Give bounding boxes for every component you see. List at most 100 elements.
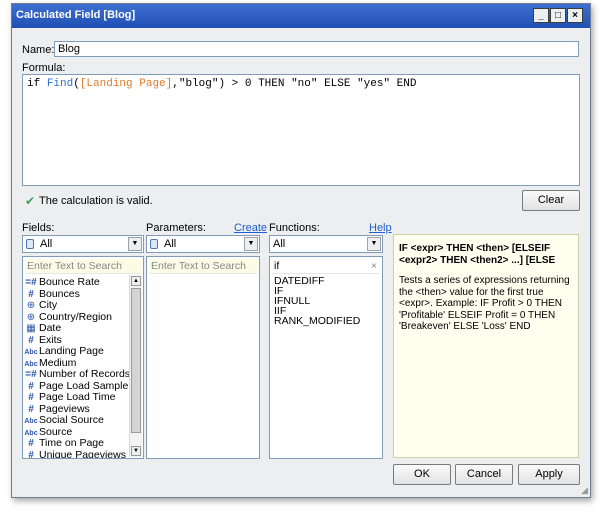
field-list-item[interactable]: ⊕ City xyxy=(23,299,58,312)
fields-scrollbar[interactable]: ▲ ▼ xyxy=(129,275,142,457)
field-item-label: Pageviews xyxy=(39,402,90,415)
field-item-label: Bounces xyxy=(39,287,80,300)
formula-label: Formula: xyxy=(22,62,66,74)
field-list-item[interactable]: # Time on Page xyxy=(23,437,104,450)
scroll-thumb[interactable] xyxy=(131,288,141,433)
field-item-label: Time on Page xyxy=(39,437,104,449)
formula-editor[interactable]: if Find([Landing Page],"blog") > 0 THEN … xyxy=(22,74,580,186)
field-list-item[interactable]: # Page Load Time xyxy=(23,391,116,404)
number-type-icon: =# xyxy=(25,369,37,380)
chevron-down-icon[interactable]: ▼ xyxy=(128,237,142,251)
number-type-icon: # xyxy=(28,449,34,459)
fields-label: Fields: xyxy=(22,222,55,234)
help-link[interactable]: Help xyxy=(369,222,392,234)
fields-list: Enter Text to Search =# Bounce Rate # Bounc… xyxy=(22,256,144,459)
function-signature: IF <expr> THEN <then> [ELSEIF <expr2> TH… xyxy=(399,243,556,266)
fields-filter-value: All xyxy=(40,238,53,250)
string-type-icon: Abc xyxy=(24,349,38,356)
field-item-label: Page Load Time xyxy=(39,391,116,403)
field-item-label: Exits xyxy=(39,333,62,346)
field-item-label: Landing Page xyxy=(39,345,104,357)
functions-search-input[interactable]: if × xyxy=(272,259,380,274)
functions-search-value: if xyxy=(274,260,280,272)
function-help-panel: IF <expr> THEN <then> [ELSEIF <expr2> TH… xyxy=(393,234,579,458)
field-item-label: Social Source xyxy=(39,414,104,426)
scroll-down-icon[interactable]: ▼ xyxy=(131,446,141,456)
minimize-button[interactable]: _ xyxy=(533,8,549,23)
maximize-button[interactable]: □ xyxy=(550,8,566,23)
chevron-down-icon[interactable]: ▼ xyxy=(244,237,258,251)
parameters-filter-select[interactable]: All ▼ xyxy=(146,235,260,253)
create-parameter-link[interactable]: Create xyxy=(234,222,267,234)
field-item-label: Medium xyxy=(39,356,77,369)
formula-keyword: if xyxy=(27,78,47,90)
field-list-item[interactable]: # Bounces xyxy=(23,287,80,300)
functions-filter-value: All xyxy=(273,238,286,250)
field-list-item[interactable]: # Page Load Sample xyxy=(23,379,129,392)
number-type-icon: # xyxy=(28,438,34,449)
close-button[interactable]: × xyxy=(567,8,583,23)
datasource-icon xyxy=(150,239,158,249)
field-list-item[interactable]: AbcMedium xyxy=(23,356,77,369)
chevron-down-icon[interactable]: ▼ xyxy=(367,237,381,251)
field-item-label: Page Load Sample xyxy=(39,379,129,392)
parameters-search-input[interactable]: Enter Text to Search xyxy=(149,259,257,274)
calculated-field-dialog: Calculated Field [Blog] _ □ × Name: Blog… xyxy=(11,3,591,498)
field-list-item[interactable]: # Pageviews xyxy=(23,402,90,415)
function-list-item[interactable]: RANK_MODIFIED xyxy=(274,316,360,327)
field-item-label: Number of Records xyxy=(39,368,131,380)
field-item-label: Date xyxy=(39,322,62,334)
field-item-label: Bounce Rate xyxy=(39,276,100,288)
clear-button[interactable]: Clear xyxy=(522,190,580,211)
field-list-item[interactable]: ⊕ Country/Region xyxy=(23,310,112,323)
geo-type-icon: ⊕ xyxy=(26,300,36,311)
parameters-filter-value: All xyxy=(164,238,177,250)
field-item-label: Source xyxy=(39,425,73,438)
field-list-item[interactable]: AbcLanding Page xyxy=(23,345,104,357)
functions-filter-select[interactable]: All ▼ xyxy=(269,235,383,253)
field-list-item[interactable]: AbcSource xyxy=(23,425,73,438)
field-list-item[interactable]: AbcSocial Source xyxy=(23,414,104,426)
datasource-icon xyxy=(26,239,34,249)
field-list-item[interactable]: ▦ Date xyxy=(23,322,62,335)
name-field[interactable]: Blog xyxy=(54,41,579,57)
fields-search-input[interactable]: Enter Text to Search xyxy=(25,259,141,274)
cancel-button[interactable]: Cancel xyxy=(455,464,513,485)
formula-field-token: [Landing Page] xyxy=(79,78,173,90)
string-type-icon: Abc xyxy=(24,360,38,368)
checkmark-icon: ✔ xyxy=(25,194,36,208)
fields-filter-select[interactable]: All ▼ xyxy=(22,235,144,253)
field-item-label: City xyxy=(39,299,58,311)
geo-type-icon: ⊕ xyxy=(26,311,36,323)
field-list-item[interactable]: =# Number of Records xyxy=(23,368,131,381)
number-type-icon: =# xyxy=(25,277,37,288)
functions-label: Functions: xyxy=(269,222,320,234)
field-item-label: Country/Region xyxy=(39,310,112,323)
parameters-label: Parameters: xyxy=(146,222,206,234)
number-type-icon: # xyxy=(28,380,34,392)
field-list-item[interactable]: # Exits xyxy=(23,333,62,346)
number-type-icon: # xyxy=(28,288,34,300)
apply-button[interactable]: Apply xyxy=(518,464,580,485)
field-item-label: Unique Pageviews xyxy=(39,448,126,459)
status-text: The calculation is valid. xyxy=(39,195,153,207)
formula-paren: ( xyxy=(73,78,80,90)
ok-button[interactable]: OK xyxy=(393,464,451,485)
name-label: Name: xyxy=(22,44,55,56)
functions-list: if × DATEDIFF IF IFNULL IIF RANK_MODIFIED xyxy=(269,256,383,459)
resize-grip-icon[interactable]: ◢ xyxy=(581,485,588,496)
number-type-icon: # xyxy=(28,403,34,415)
title-bar[interactable]: Calculated Field [Blog] _ □ × xyxy=(12,4,590,28)
window-title: Calculated Field [Blog] xyxy=(16,9,136,21)
number-type-icon: # xyxy=(28,392,34,403)
date-type-icon: ▦ xyxy=(26,323,36,334)
field-list-item[interactable]: =# Bounce Rate xyxy=(23,276,100,289)
formula-function-token: Find xyxy=(46,78,74,90)
field-list-item[interactable]: # Unique Pageviews xyxy=(23,448,126,459)
formula-rest: ,"blog") > 0 THEN "no" ELSE "yes" END xyxy=(172,78,417,90)
name-field-value: Blog xyxy=(58,43,81,55)
clear-search-icon[interactable]: × xyxy=(371,259,377,273)
string-type-icon: Abc xyxy=(24,429,38,437)
function-description: Tests a series of expressions returning … xyxy=(399,275,570,332)
scroll-up-icon[interactable]: ▲ xyxy=(131,276,141,286)
